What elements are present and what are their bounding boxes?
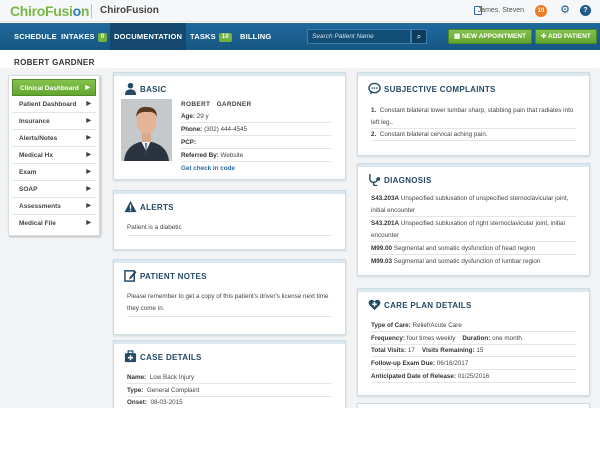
person-icon xyxy=(124,82,137,95)
chevron-right-icon: ▶ xyxy=(86,135,91,141)
complaint-item: 2. Constant bilateral cervical aching pa… xyxy=(371,131,576,141)
app-name: ChiroFusion xyxy=(100,5,159,16)
chevron-right-icon: ▶ xyxy=(85,85,90,91)
sidebar-item-clinical-dashboard[interactable]: Clinical Dashboard ▶ xyxy=(12,79,96,96)
stethoscope-icon xyxy=(369,173,381,186)
edit-note-icon xyxy=(124,270,137,282)
nav-intakes[interactable]: INTAKES 0 xyxy=(61,23,108,50)
user-name[interactable]: James, Steven xyxy=(478,7,524,14)
notification-badge[interactable]: 10 xyxy=(535,5,547,17)
sidebar-item-medical-hx[interactable]: Medical Hx ▶ xyxy=(12,147,96,164)
sidebar-item-exam[interactable]: Exam ▶ xyxy=(12,164,96,181)
diagnosis-item: M99.03 Segmental and somatic dysfunction… xyxy=(371,258,541,265)
chirofusion-logo[interactable]: ChiroFusion xyxy=(10,3,89,19)
add-user-icon: ✚ xyxy=(541,33,549,40)
nav-tasks[interactable]: TASKS 10 xyxy=(190,23,232,50)
new-appointment-button[interactable]: ▦ NEW APPOINTMENT xyxy=(448,29,532,44)
sidebar-item-assessments[interactable]: Assessments ▶ xyxy=(12,198,96,215)
patient-photo-image xyxy=(121,99,172,161)
patient-full-name: ROBERT GARDNER xyxy=(181,101,252,108)
heart-plus-icon xyxy=(368,299,381,311)
get-check-in-code-link[interactable]: Get check in code xyxy=(181,165,331,172)
patient-pcp-row: PCP: xyxy=(181,139,331,149)
case-type-row: Type: General Complaint xyxy=(127,387,332,397)
chevron-right-icon: ▶ xyxy=(86,118,91,124)
complaint-item: 1. Constant bilateral lower lumbar sharp… xyxy=(371,107,574,114)
warning-icon xyxy=(124,200,137,213)
card-title-care-plan: CARE PLAN DETAILS xyxy=(384,301,472,310)
search-icon[interactable]: ⌕ xyxy=(411,29,427,44)
nav-billing[interactable]: BILLING xyxy=(240,23,271,50)
care-release-row: Anticipated Date of Release: 01/25/2016 xyxy=(371,373,576,383)
care-frequency-row: Frequency: four times weekly Duration: o… xyxy=(371,335,576,345)
alert-text: Patient is a diabetic xyxy=(127,224,332,236)
nav-documentation[interactable]: DOCUMENTATION xyxy=(110,23,187,50)
alerts-card: ALERTS xyxy=(113,190,346,250)
patient-note-line-1: Please remember to get a copy of this pa… xyxy=(127,293,329,300)
chevron-right-icon: ▶ xyxy=(86,203,91,209)
main-nav: SCHEDULE INTAKES 0 DOCUMENTATION TASKS 10 … xyxy=(0,23,600,50)
patient-referred-row: Referred By: Website xyxy=(181,152,331,162)
logo-divider xyxy=(91,4,92,18)
add-patient-button[interactable]: ✚ ADD PATIENT xyxy=(535,29,597,44)
care-visits-row: Total Visits: 17 Visits Remaining: 15 xyxy=(371,347,576,357)
help-icon[interactable]: ? xyxy=(580,5,591,16)
diagnosis-item-continued: initial encounter xyxy=(371,207,576,217)
chevron-right-icon: ▶ xyxy=(86,169,91,175)
case-name-row: Name: Low Back Injury xyxy=(127,374,332,384)
card-title-subjective: SUBJECTIVE COMPLAINTS xyxy=(384,85,496,94)
card-title-diagnosis: DIAGNOSIS xyxy=(384,176,432,185)
top-bar: ChiroFusion ChiroFusion James, Steven 10… xyxy=(0,0,600,22)
diagnosis-item: S43.203A Unspecified subluxation of unsp… xyxy=(371,195,569,202)
tasks-count-badge: 10 xyxy=(218,33,232,42)
search-input[interactable]: Search Patient Name xyxy=(307,29,411,44)
patient-header-name: ROBERT GARDNER xyxy=(14,58,95,67)
card-title-alerts: ALERTS xyxy=(140,203,174,212)
medical-kit-icon xyxy=(124,350,137,363)
patient-sidebar: Clinical Dashboard ▶ Patient Dashboard ▶ I… xyxy=(8,75,100,236)
sidebar-item-medical-file[interactable]: Medical File ▶ xyxy=(12,215,96,232)
case-onset-row: Onset: 08-03-2015 xyxy=(127,399,183,406)
care-type-row: Type of Care: Relief/Acute Care xyxy=(371,322,576,332)
diagnosis-item: S43.201A Unspecified subluxation of righ… xyxy=(371,220,565,227)
chevron-right-icon: ▶ xyxy=(86,101,91,107)
subjective-complaints-card: SUBJECTIVE COMPLAINTS xyxy=(357,72,590,156)
sidebar-item-insurance[interactable]: Insurance ▶ xyxy=(12,113,96,130)
patient-age-row: Age: 29 y xyxy=(181,113,331,123)
complaint-item-continued: left leg.. xyxy=(371,119,576,129)
sidebar-item-soap[interactable]: SOAP ▶ xyxy=(12,181,96,198)
sidebar-item-patient-dashboard[interactable]: Patient Dashboard ▶ xyxy=(12,96,96,113)
diagnosis-item-continued: encounter xyxy=(371,232,576,242)
intakes-count-badge: 0 xyxy=(97,33,108,42)
card-title-basic: BASIC xyxy=(140,85,167,94)
calendar-icon: ▦ xyxy=(454,33,462,40)
sidebar-item-alerts-notes[interactable]: Alerts/Notes ▶ xyxy=(12,130,96,147)
patient-phone-row: Phone: (302) 444-4545 xyxy=(181,126,331,136)
nav-schedule[interactable]: SCHEDULE xyxy=(14,23,57,50)
chat-bubble-icon xyxy=(368,82,381,95)
patient-note-line-2: they come in. xyxy=(127,305,332,317)
diagnosis-item: M99.00 Segmental and somatic dysfunction… xyxy=(371,245,576,255)
chevron-right-icon: ▶ xyxy=(86,220,91,226)
gear-icon[interactable]: ⚙ xyxy=(560,3,570,16)
page-bottom-blank xyxy=(0,408,600,450)
card-title-patient-notes: PATIENT NOTES xyxy=(140,272,207,281)
care-followup-row: Follow-up Exam Due: 06/16/2017 xyxy=(371,360,576,370)
patient-photo xyxy=(121,99,172,161)
card-title-case-details: CASE DETAILS xyxy=(140,353,202,362)
chevron-right-icon: ▶ xyxy=(86,152,91,158)
chevron-right-icon: ▶ xyxy=(86,186,91,192)
